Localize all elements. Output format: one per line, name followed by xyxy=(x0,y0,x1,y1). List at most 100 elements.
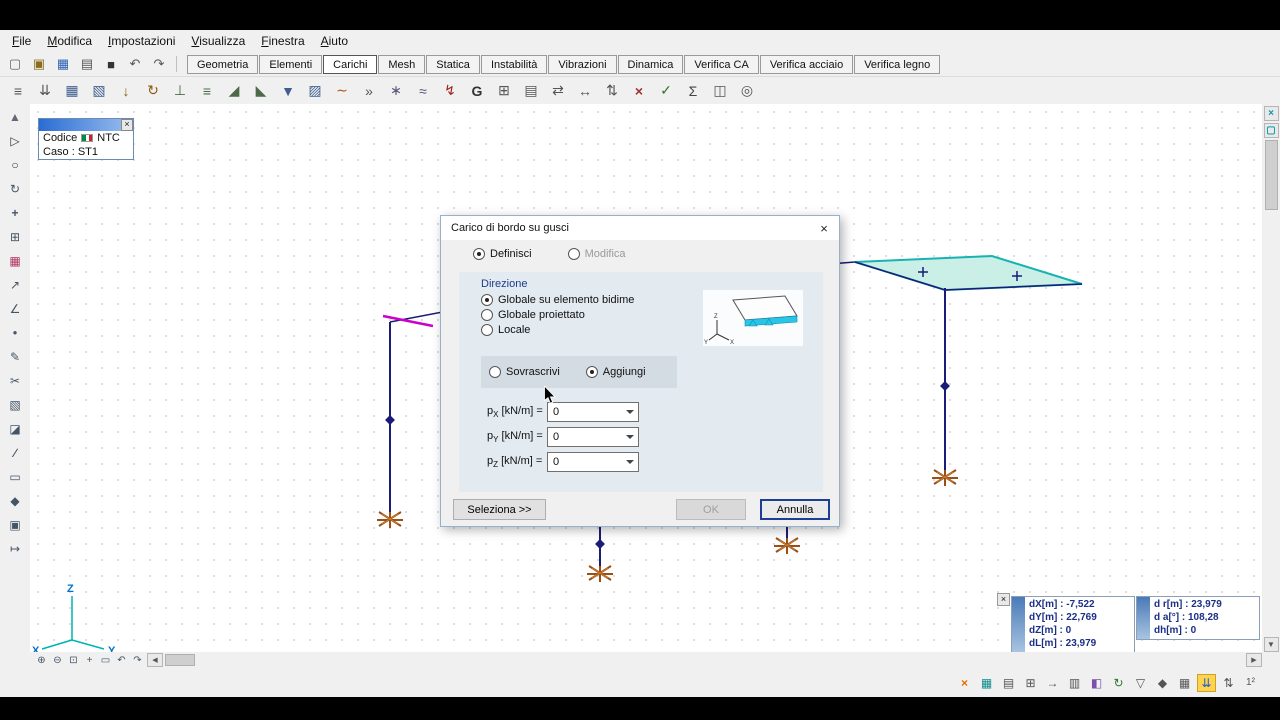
edge-load-icon[interactable]: ▦ xyxy=(60,79,84,103)
snap-icon[interactable]: ◆ xyxy=(1153,674,1172,692)
numbering-icon[interactable]: 1² xyxy=(1241,674,1260,692)
nodal-moment-icon[interactable]: ↻ xyxy=(141,79,165,103)
pan-tool-icon[interactable]: + xyxy=(4,202,26,223)
apply-mode-radio[interactable]: Sovrascrivi xyxy=(489,366,560,378)
display-grid-icon[interactable]: ▦ xyxy=(1175,674,1194,692)
seleziona-button[interactable]: Seleziona >> xyxy=(453,499,546,520)
scroll-left-button[interactable]: ◀ xyxy=(147,653,163,667)
scroll-down-button[interactable]: ▼ xyxy=(1263,637,1279,652)
section-tool-icon[interactable]: ◪ xyxy=(4,418,26,439)
ruler-tool-icon[interactable]: ↦ xyxy=(4,538,26,559)
redo-icon[interactable]: ↷ xyxy=(148,54,170,74)
node-tool-icon[interactable]: ● xyxy=(4,322,26,343)
load-table-icon[interactable]: ▤ xyxy=(519,79,543,103)
grid-tool-icon[interactable]: ▣ xyxy=(4,514,26,535)
close-view-button[interactable]: × xyxy=(1263,106,1279,121)
pressure-load-icon[interactable]: ▼ xyxy=(276,79,300,103)
diamond-tool-icon[interactable]: ◆ xyxy=(4,490,26,511)
load-group-icon[interactable]: ⇊ xyxy=(33,79,57,103)
close-icon[interactable]: × xyxy=(121,119,133,131)
polyline-tool-icon[interactable]: ∕ xyxy=(4,442,26,463)
annulla-button[interactable]: Annulla xyxy=(760,499,830,520)
report-icon[interactable]: ▥ xyxy=(1065,674,1084,692)
rotate-view-icon[interactable]: ↻ xyxy=(4,178,26,199)
layers-icon[interactable]: ◧ xyxy=(1087,674,1106,692)
seismic-load-icon[interactable]: ↯ xyxy=(438,79,462,103)
direction-radio[interactable]: Locale xyxy=(481,324,677,336)
move-loads-icon[interactable]: ↔ xyxy=(573,79,597,103)
module-tab[interactable]: Geometria xyxy=(187,54,259,74)
ok-button[interactable]: OK xyxy=(676,499,746,520)
module-tab[interactable]: Dinamica xyxy=(617,54,684,74)
model-canvas[interactable]: Z X Y × Codice NTC Caso : ST1 Carico di … xyxy=(30,104,1262,652)
module-tab[interactable]: Carichi xyxy=(323,54,378,74)
loads-options-icon[interactable]: ◎ xyxy=(735,79,759,103)
triangular-load-icon[interactable]: ◣ xyxy=(249,79,273,103)
sort-toggle-icon[interactable]: ⇅ xyxy=(1219,674,1238,692)
check-loads-icon[interactable]: ✓ xyxy=(654,79,678,103)
load-value-combobox[interactable]: 0 xyxy=(547,402,639,422)
next-view-icon[interactable]: ↷ xyxy=(130,653,145,667)
mass-load-icon[interactable]: ⊞ xyxy=(492,79,516,103)
print-icon[interactable]: ▤ xyxy=(76,54,98,74)
copy-tool-icon[interactable]: ⊞ xyxy=(4,226,26,247)
scroll-up-icon[interactable]: ▲ xyxy=(4,106,26,127)
direction-radio[interactable]: Globale su elemento bidime xyxy=(481,294,677,306)
surface-load-icon[interactable]: ▧ xyxy=(87,79,111,103)
pan-view-icon[interactable]: + xyxy=(82,653,97,667)
angle-tool-icon[interactable]: ∠ xyxy=(4,298,26,319)
horizontal-scrollbar-track[interactable] xyxy=(195,654,1244,666)
wind-load-icon[interactable]: ≈ xyxy=(411,79,435,103)
load-value-combobox[interactable]: 0 xyxy=(547,452,639,472)
scale-loads-icon[interactable]: ⇅ xyxy=(600,79,624,103)
delete-loads-icon[interactable]: × xyxy=(627,79,651,103)
cut-tool-icon[interactable]: ✂ xyxy=(4,370,26,391)
color-map-icon[interactable]: ▦ xyxy=(4,250,26,271)
close-coordinates-button[interactable]: × xyxy=(997,593,1010,606)
menu-item[interactable]: Impostazioni xyxy=(100,31,183,51)
copy-loads-icon[interactable]: ⇄ xyxy=(546,79,570,103)
chevron-down-icon[interactable] xyxy=(622,428,638,446)
close-icon[interactable]: × xyxy=(809,216,839,240)
horizontal-scrollbar-thumb[interactable] xyxy=(165,654,195,666)
zoom-extents-icon[interactable]: ⊡ xyxy=(66,653,81,667)
clear-selection-icon[interactable]: × xyxy=(955,674,974,692)
load-value-combobox[interactable]: 0 xyxy=(547,427,639,447)
load-list-icon[interactable]: ≡ xyxy=(6,79,30,103)
menu-item[interactable]: Visualizza xyxy=(183,31,253,51)
menu-item[interactable]: Finestra xyxy=(253,31,312,51)
apply-mode-radio[interactable]: Aggiungi xyxy=(585,366,646,378)
prestress-load-icon[interactable]: » xyxy=(357,79,381,103)
dialog-mode-radio[interactable]: Definisci xyxy=(473,248,532,260)
zoom-in-icon[interactable]: ⊕ xyxy=(34,653,49,667)
table-view-icon[interactable]: ▦ xyxy=(977,674,996,692)
new-document-icon[interactable]: ▢ xyxy=(4,54,26,74)
open-folder-icon[interactable]: ▣ xyxy=(28,54,50,74)
module-tab[interactable]: Statica xyxy=(426,54,480,74)
measure-tool-icon[interactable]: ↗ xyxy=(4,274,26,295)
refresh-icon[interactable]: ↻ xyxy=(1109,674,1128,692)
rect-tool-icon[interactable]: ▭ xyxy=(4,466,26,487)
dialog-mode-radio[interactable]: Modifica xyxy=(567,248,626,260)
menu-item[interactable]: Modifica xyxy=(39,31,100,51)
module-tab[interactable]: Verifica legno xyxy=(854,54,941,74)
direction-radio[interactable]: Globale proiettato xyxy=(481,309,677,321)
zoom-out-icon[interactable]: ⊖ xyxy=(50,653,65,667)
vertical-scrollbar-thumb[interactable] xyxy=(1264,140,1278,210)
save-icon[interactable]: ▦ xyxy=(52,54,74,74)
undo-icon[interactable]: ↶ xyxy=(124,54,146,74)
chevron-down-icon[interactable] xyxy=(622,453,638,471)
module-tab[interactable]: Verifica acciaio xyxy=(759,54,854,74)
grid-view-icon[interactable]: ⊞ xyxy=(1021,674,1040,692)
scroll-right-button[interactable]: ▶ xyxy=(1246,653,1262,667)
beam-distributed-load-icon[interactable]: ≡ xyxy=(195,79,219,103)
nodal-force-icon[interactable]: ↓ xyxy=(114,79,138,103)
thermal-load-icon[interactable]: ∼ xyxy=(330,79,354,103)
menu-item[interactable]: Aiuto xyxy=(313,31,356,51)
sort-descending-icon[interactable]: ⇊ xyxy=(1197,673,1216,692)
module-tab[interactable]: Verifica CA xyxy=(684,54,759,74)
select-pointer-icon[interactable]: ▷ xyxy=(4,130,26,151)
restore-view-button[interactable]: ▢ xyxy=(1263,123,1279,138)
previous-view-icon[interactable]: ↶ xyxy=(114,653,129,667)
zoom-tool-icon[interactable]: ○ xyxy=(4,154,26,175)
